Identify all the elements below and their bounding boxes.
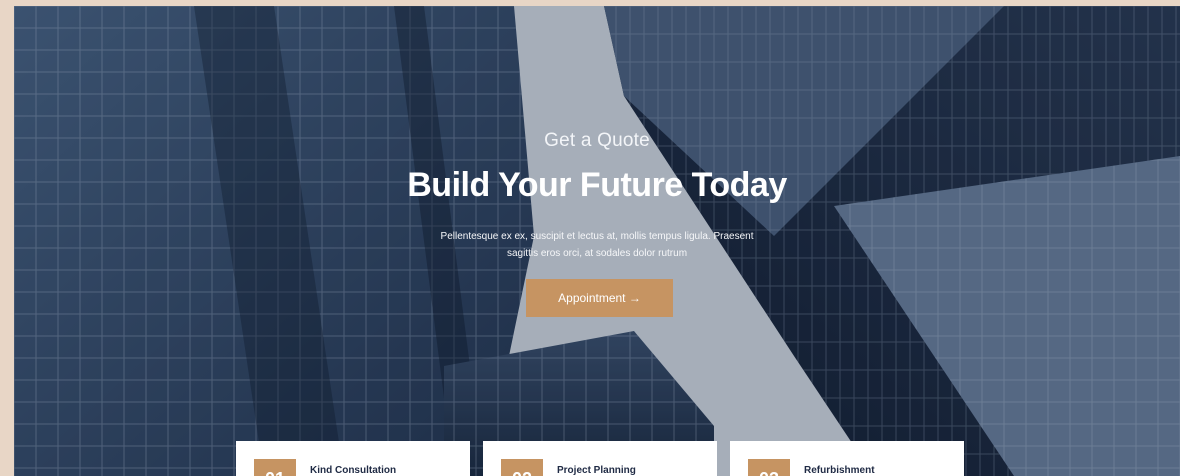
card-number: 01 [254, 459, 296, 476]
appointment-button[interactable]: Appointment → [526, 279, 673, 317]
card-number: 02 [501, 459, 543, 476]
card-title: Refurbishment [804, 465, 875, 476]
card-title: Project Planning [557, 465, 636, 476]
service-card-consultation[interactable]: 01 Kind Consultation [236, 441, 470, 476]
card-title: Kind Consultation [310, 465, 397, 476]
service-card-planning[interactable]: 02 Project Planning [483, 441, 717, 476]
hero-subtitle: Pellentesque ex ex, suscipit et lectus a… [440, 231, 754, 259]
hero-eyebrow: Get a Quote [544, 130, 650, 151]
hero-section: Get a Quote Build Your Future Today Pell… [14, 6, 1180, 476]
service-card-refurbishment[interactable]: 03 Refurbishment [730, 441, 964, 476]
hero-title: Build Your Future Today [407, 166, 787, 204]
card-number: 03 [748, 459, 790, 476]
hero-content: Get a Quote Build Your Future Today Pell… [14, 6, 1180, 476]
